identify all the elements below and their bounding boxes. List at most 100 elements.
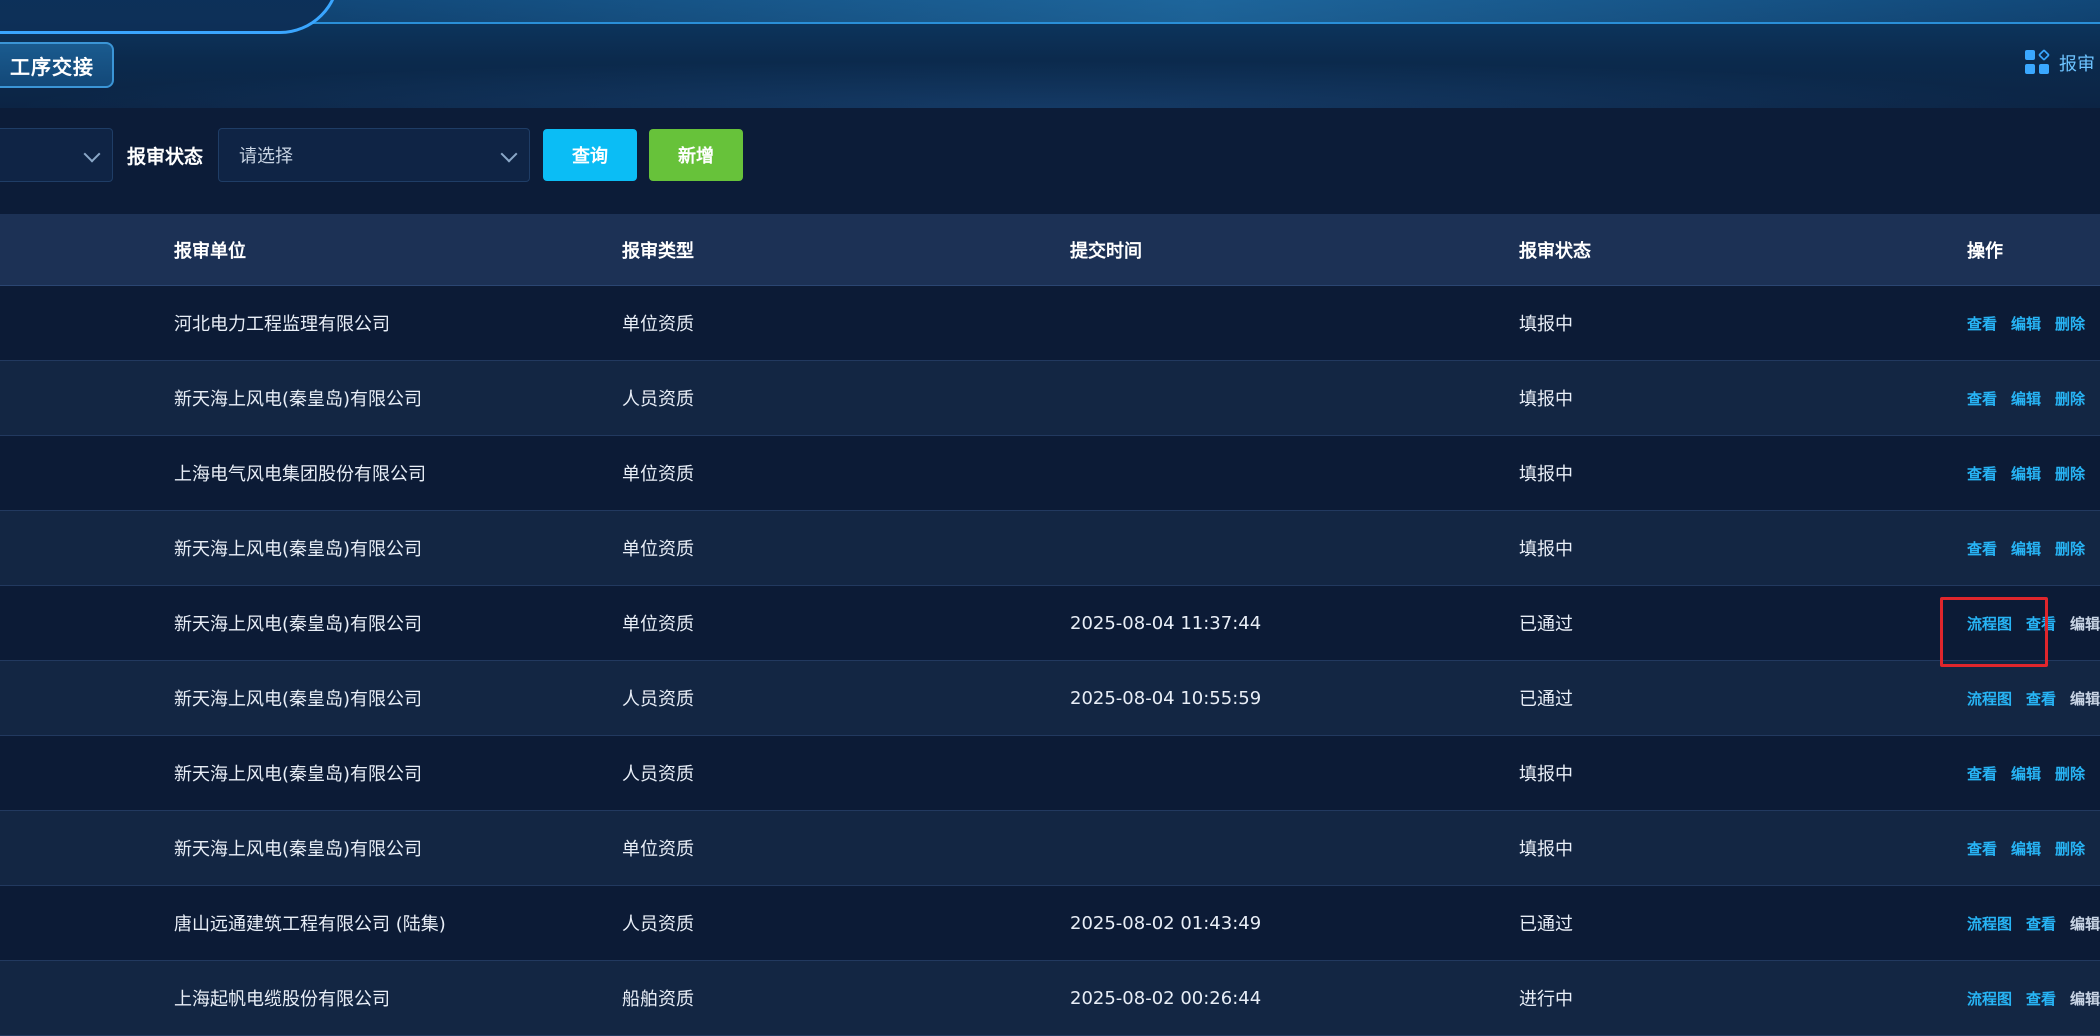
- cell-type: 人员资质: [622, 914, 694, 935]
- edit-link[interactable]: 编辑: [2011, 838, 2041, 859]
- view-link[interactable]: 查看: [1967, 463, 1997, 484]
- cell-actions: 流程图 查看 编辑: [1967, 586, 2100, 660]
- row-actions: 流程图 查看 编辑: [1967, 988, 2100, 1009]
- tab-process-handover-label: 工序交接: [10, 54, 94, 79]
- table-row: 上海起帆电缆股份有限公司 船舶资质 2025-08-02 00:26:44 进行中 流程…: [0, 961, 2100, 1036]
- cell-type: 单位资质: [622, 464, 694, 485]
- row-actions: 查看 编辑 删除: [1967, 763, 2085, 784]
- view-link[interactable]: 查看: [1967, 313, 1997, 334]
- view-link[interactable]: 查看: [1967, 388, 1997, 409]
- view-link[interactable]: 查看: [1967, 538, 1997, 559]
- table-row: 新天海上风电(秦皇岛)有限公司 单位资质 填报中 查看 编辑 删除: [0, 811, 2100, 886]
- delete-link[interactable]: 删除: [2055, 313, 2085, 334]
- delete-link[interactable]: 删除: [2055, 388, 2085, 409]
- chevron-down-icon: [500, 145, 518, 163]
- header-decoration: [300, 0, 2100, 24]
- view-link[interactable]: 查看: [1967, 763, 1997, 784]
- cell-unit: 新天海上风电(秦皇岛)有限公司: [174, 839, 423, 860]
- query-button[interactable]: 查询: [543, 129, 637, 181]
- flowchart-link[interactable]: 流程图: [1967, 688, 2012, 709]
- column-header-unit: 报审单位: [174, 240, 246, 262]
- tab-process-handover[interactable]: 工序交接: [0, 42, 114, 88]
- cell-status: 已通过: [1519, 689, 1573, 710]
- view-link[interactable]: 查看: [2026, 688, 2056, 709]
- cell-actions: 查看 编辑 删除: [1967, 436, 2085, 510]
- cell-type: 单位资质: [622, 539, 694, 560]
- column-header-actions: 操作: [1967, 240, 2003, 262]
- column-header-status: 报审状态: [1519, 240, 1591, 262]
- column-header-time: 提交时间: [1070, 240, 1142, 262]
- delete-link[interactable]: 删除: [2055, 838, 2085, 859]
- edit-link[interactable]: 编辑: [2070, 913, 2100, 934]
- delete-link[interactable]: 删除: [2055, 538, 2085, 559]
- cell-actions: 流程图 查看 编辑: [1967, 886, 2100, 960]
- header-glow: [0, 60, 2100, 108]
- delete-link[interactable]: 删除: [2055, 763, 2085, 784]
- view-link[interactable]: 查看: [1967, 838, 1997, 859]
- cell-status: 填报中: [1519, 464, 1573, 485]
- flowchart-link[interactable]: 流程图: [1967, 988, 2012, 1009]
- cell-type: 单位资质: [622, 839, 694, 860]
- view-link[interactable]: 查看: [2026, 613, 2056, 634]
- flowchart-link[interactable]: 流程图: [1967, 913, 2012, 934]
- table-row: 新天海上风电(秦皇岛)有限公司 单位资质 填报中 查看 编辑 删除: [0, 511, 2100, 586]
- filter-bar: 报审状态 请选择 查询 新增: [0, 108, 2100, 214]
- row-actions: 流程图 查看 编辑: [1967, 688, 2100, 709]
- edit-link[interactable]: 编辑: [2070, 688, 2100, 709]
- cell-unit: 唐山远通建筑工程有限公司 (陆集): [174, 914, 446, 935]
- row-actions: 查看 编辑 删除: [1967, 313, 2085, 334]
- status-filter-label-text: 报审状态: [127, 145, 204, 168]
- column-header-type: 报审类型: [622, 240, 694, 262]
- delete-link[interactable]: 删除: [2055, 463, 2085, 484]
- table-row: 新天海上风电(秦皇岛)有限公司 人员资质 填报中 查看 编辑 删除: [0, 361, 2100, 436]
- table-row: 河北电力工程监理有限公司 单位资质 填报中 查看 编辑 删除: [0, 286, 2100, 361]
- table-body: 河北电力工程监理有限公司 单位资质 填报中 查看 编辑 删除 新天海上风电(秦皇岛)有限公司…: [0, 286, 2100, 1036]
- edit-link[interactable]: 编辑: [2011, 388, 2041, 409]
- table-row: 唐山远通建筑工程有限公司 (陆集) 人员资质 2025-08-02 01:43:49…: [0, 886, 2100, 961]
- app-header: 工序交接 报审: [0, 0, 2100, 108]
- cell-actions: 流程图 查看 编辑: [1967, 961, 2100, 1035]
- edit-link[interactable]: 编辑: [2070, 988, 2100, 1009]
- cell-time: 2025-08-02 00:26:44: [1070, 987, 1262, 1009]
- cell-type: 人员资质: [622, 389, 694, 410]
- filter-select-1[interactable]: [0, 128, 113, 182]
- edit-link[interactable]: 编辑: [2011, 313, 2041, 334]
- cell-status: 填报中: [1519, 314, 1573, 335]
- edit-link[interactable]: 编辑: [2070, 613, 2100, 634]
- row-actions: 查看 编辑 删除: [1967, 463, 2085, 484]
- table-row: 新天海上风电(秦皇岛)有限公司 人员资质 填报中 查看 编辑 删除: [0, 736, 2100, 811]
- cell-type: 单位资质: [622, 314, 694, 335]
- status-select[interactable]: 请选择: [218, 128, 530, 182]
- header-report-link[interactable]: 报审: [2025, 48, 2095, 76]
- cell-unit: 新天海上风电(秦皇岛)有限公司: [174, 539, 423, 560]
- status-filter-label: 报审状态: [127, 128, 203, 182]
- cell-unit: 新天海上风电(秦皇岛)有限公司: [174, 689, 423, 710]
- header-report-label: 报审: [2059, 54, 2095, 75]
- cell-status: 填报中: [1519, 839, 1573, 860]
- cell-status: 已通过: [1519, 614, 1573, 635]
- view-link[interactable]: 查看: [2026, 913, 2056, 934]
- cell-actions: 查看 编辑 删除: [1967, 811, 2085, 885]
- edit-link[interactable]: 编辑: [2011, 763, 2041, 784]
- cell-status: 已通过: [1519, 914, 1573, 935]
- cell-time: 2025-08-04 10:55:59: [1070, 687, 1262, 709]
- cell-status: 填报中: [1519, 764, 1573, 785]
- apps-grid-icon: [2025, 48, 2051, 76]
- cell-unit: 上海起帆电缆股份有限公司: [174, 989, 390, 1010]
- cell-type: 人员资质: [622, 764, 694, 785]
- cell-status: 进行中: [1519, 989, 1573, 1010]
- add-button[interactable]: 新增: [649, 129, 743, 181]
- header-arc-decoration: [0, 0, 340, 34]
- edit-link[interactable]: 编辑: [2011, 463, 2041, 484]
- cell-type: 船舶资质: [622, 989, 694, 1010]
- status-select-placeholder: 请选择: [239, 146, 293, 167]
- table-row: 新天海上风电(秦皇岛)有限公司 单位资质 2025-08-04 11:37:44 已通…: [0, 586, 2100, 661]
- edit-link[interactable]: 编辑: [2011, 538, 2041, 559]
- row-actions: 流程图 查看 编辑: [1967, 913, 2100, 934]
- table-header: 报审单位 报审类型 提交时间 报审状态 操作: [0, 214, 2100, 286]
- flowchart-link[interactable]: 流程图: [1967, 613, 2012, 634]
- cell-time: 2025-08-02 01:43:49: [1070, 912, 1262, 934]
- table-row: 新天海上风电(秦皇岛)有限公司 人员资质 2025-08-04 10:55:59 已通…: [0, 661, 2100, 736]
- view-link[interactable]: 查看: [2026, 988, 2056, 1009]
- cell-type: 单位资质: [622, 614, 694, 635]
